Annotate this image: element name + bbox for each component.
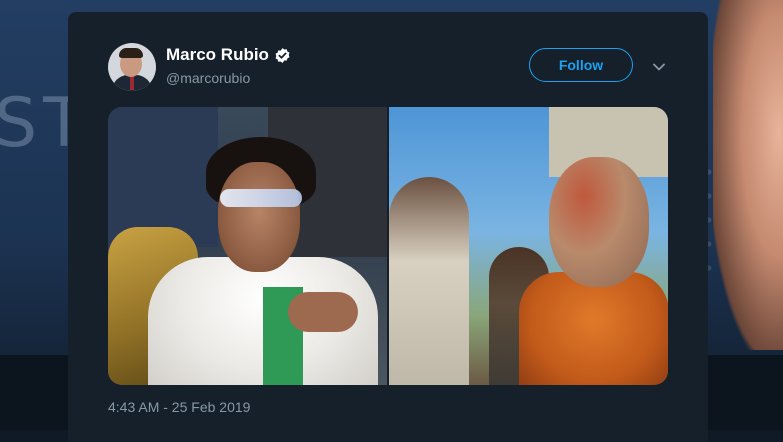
tweet-card: Marco Rubio @marcorubio Follow 4:43 AM -…	[68, 12, 708, 442]
follow-button[interactable]: Follow	[529, 48, 633, 82]
verified-badge-icon	[275, 47, 290, 63]
author-display-name[interactable]: Marco Rubio	[166, 45, 269, 65]
backdrop-person-image	[713, 0, 783, 350]
author-handle[interactable]: @marcorubio	[166, 70, 250, 86]
tweet-photo-1[interactable]	[108, 107, 387, 385]
author-name-row: Marco Rubio	[166, 45, 291, 65]
avatar[interactable]	[108, 43, 156, 91]
tweet-timestamp[interactable]: 4:43 AM - 25 Feb 2019	[108, 399, 250, 415]
tweet-photo-2[interactable]	[389, 107, 668, 385]
tweet-media-grid	[108, 107, 668, 385]
chevron-down-icon[interactable]	[652, 62, 666, 72]
